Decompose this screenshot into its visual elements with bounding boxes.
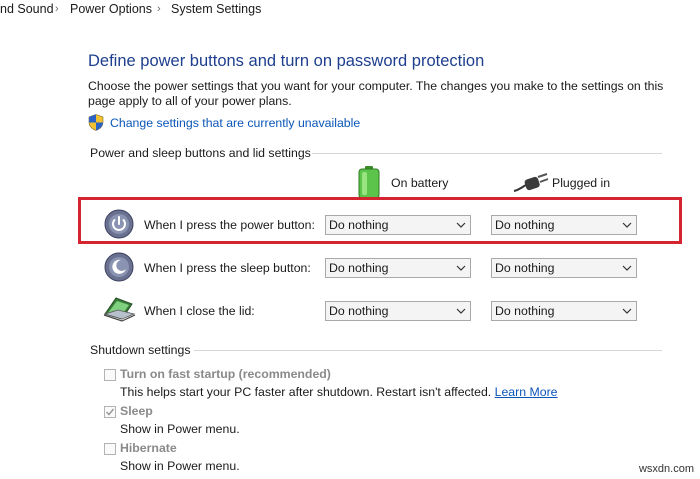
close-lid-battery-select[interactable]: Do nothing (325, 301, 471, 321)
power-plug-icon (513, 173, 549, 192)
sleep-label: Sleep (120, 404, 153, 418)
hibernate-checkbox[interactable] (104, 443, 116, 455)
laptop-lid-icon (103, 297, 136, 322)
hibernate-label: Hibernate (120, 441, 177, 455)
power-section-title: Power and sleep buttons and lid settings (90, 146, 311, 160)
learn-more-link[interactable]: Learn More (495, 385, 558, 399)
sleep-button-battery-select[interactable]: Do nothing (325, 258, 471, 278)
fast-startup-help: This helps start your PC faster after sh… (120, 385, 558, 399)
sleep-checkbox[interactable] (104, 406, 116, 418)
uac-shield-icon (88, 114, 104, 131)
page-title: Define power buttons and turn on passwor… (88, 52, 485, 70)
select-value: Do nothing (495, 304, 555, 318)
select-value: Do nothing (329, 304, 389, 318)
checkmark-icon (105, 408, 115, 416)
breadcrumb-item-system-settings: System Settings (171, 2, 262, 16)
select-value: Do nothing (329, 261, 389, 275)
close-lid-label: When I close the lid: (144, 304, 255, 318)
sleep-button-label: When I press the sleep button: (144, 261, 311, 275)
column-plugged-in: Plugged in (552, 176, 611, 190)
fast-startup-help-text: This helps start your PC faster after sh… (120, 385, 492, 399)
breadcrumb-separator-icon: › (55, 3, 59, 15)
highlight-box (78, 197, 682, 244)
fast-startup-label: Turn on fast startup (recommended) (120, 367, 331, 381)
sleep-help: Show in Power menu. (120, 422, 240, 436)
section-divider (194, 350, 662, 351)
shutdown-section-title: Shutdown settings (90, 343, 191, 357)
chevron-down-icon (622, 265, 632, 271)
battery-icon (358, 166, 380, 199)
sleep-button-plugged-select[interactable]: Do nothing (491, 258, 637, 278)
select-value: Do nothing (495, 261, 555, 275)
hibernate-help: Show in Power menu. (120, 459, 240, 473)
chevron-down-icon (622, 308, 632, 314)
page-description: Choose the power settings that you want … (88, 79, 664, 108)
sleep-button-icon (104, 252, 134, 282)
breadcrumb-item-power-options[interactable]: Power Options (70, 2, 152, 16)
section-divider (312, 153, 662, 154)
fast-startup-checkbox[interactable] (104, 369, 116, 381)
close-lid-plugged-select[interactable]: Do nothing (491, 301, 637, 321)
column-on-battery: On battery (391, 176, 449, 190)
watermark: wsxdn.com (638, 463, 694, 475)
breadcrumb: nd Sound › Power Options › System Settin… (0, 0, 700, 20)
change-settings-link[interactable]: Change settings that are currently unava… (110, 116, 360, 130)
breadcrumb-separator-icon: › (157, 3, 161, 15)
chevron-down-icon (456, 308, 466, 314)
chevron-down-icon (456, 265, 466, 271)
breadcrumb-item-sound[interactable]: nd Sound (0, 2, 54, 16)
